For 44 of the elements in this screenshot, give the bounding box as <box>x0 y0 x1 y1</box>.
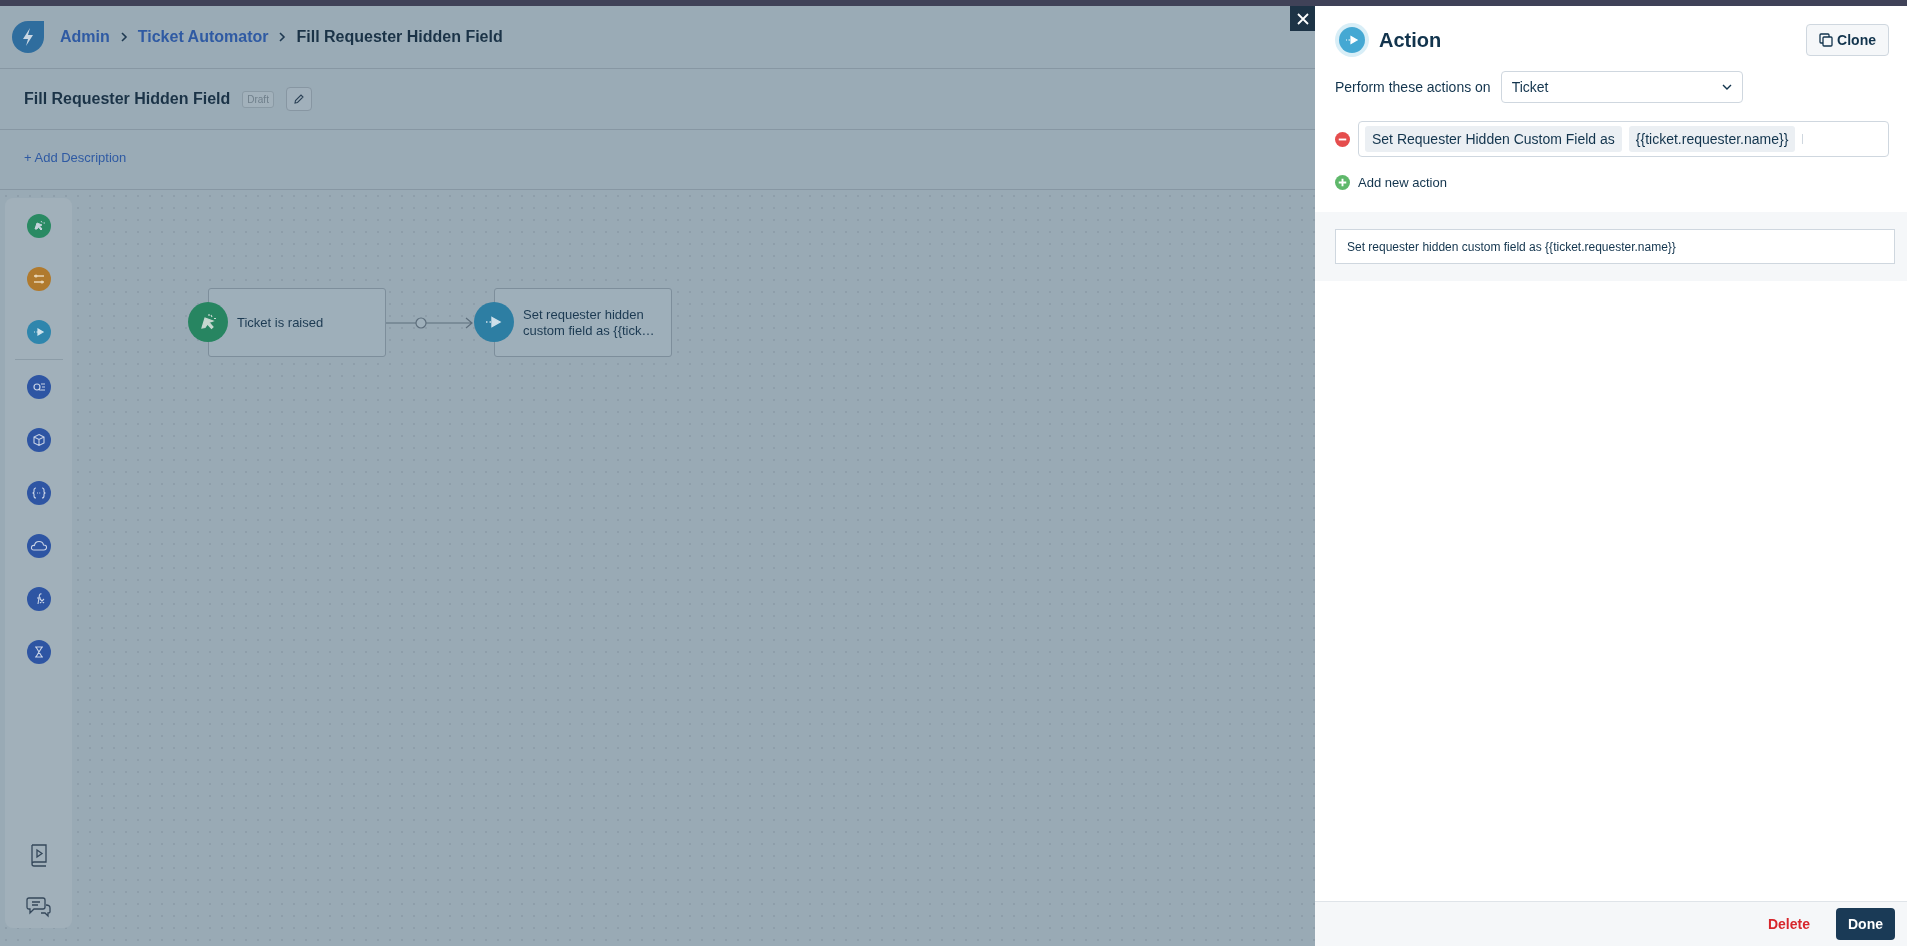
breadcrumb-current: Fill Requester Hidden Field <box>296 28 503 46</box>
condition-tool-icon[interactable] <box>26 267 51 291</box>
add-action-link[interactable]: Add new action <box>1358 175 1447 190</box>
panel-title: Action <box>1379 28 1442 52</box>
chat-icon[interactable] <box>25 896 52 918</box>
chevron-icon <box>119 31 128 43</box>
trigger-tool-icon[interactable] <box>26 214 51 238</box>
trigger-node-icon <box>188 302 228 342</box>
fx-tool-icon[interactable] <box>26 587 51 611</box>
pencil-icon <box>292 93 305 105</box>
summary-field: Set requester hidden custom field as {{ticket.requester.name}} <box>1335 229 1895 264</box>
action-tool-icon[interactable] <box>26 320 51 344</box>
close-button[interactable] <box>1290 6 1315 31</box>
delete-button[interactable]: Delete <box>1761 915 1816 933</box>
action-node-icon <box>474 302 514 342</box>
breadcrumb-link[interactable]: Ticket Automator <box>137 28 269 46</box>
add-icon[interactable] <box>1335 175 1350 190</box>
action-field[interactable]: Set Requester Hidden Custom Field as {{ticket.requester.name}} <box>1358 121 1889 157</box>
action-icon <box>1335 23 1369 57</box>
node-label: Ticket is raised <box>237 314 325 331</box>
cube-tool-icon[interactable] <box>26 428 51 452</box>
chevron-down-icon <box>1721 84 1732 90</box>
perform-label: Perform these actions on <box>1335 79 1491 95</box>
flow-node[interactable]: Set requester hidden custom field as {{tick… <box>494 288 672 357</box>
remove-icon[interactable] <box>1335 131 1350 147</box>
logo-icon <box>12 21 44 53</box>
cloud-tool-icon[interactable] <box>26 534 51 558</box>
edit-button[interactable] <box>285 87 312 111</box>
value-chip: {{ticket.requester.name}} <box>1628 126 1796 152</box>
clone-button[interactable]: Clone <box>1806 24 1889 56</box>
workflow-title: Fill Requester Hidden Field <box>24 90 231 108</box>
target-dropdown[interactable]: Ticket <box>1500 71 1743 103</box>
hourglass-tool-icon[interactable] <box>26 640 51 664</box>
flow-node[interactable]: Ticket is raised <box>208 288 386 357</box>
add-description-link[interactable]: + Add Description <box>24 150 127 165</box>
close-icon <box>1296 12 1309 25</box>
chevron-icon <box>278 31 287 43</box>
copy-icon <box>1819 33 1834 47</box>
search-tool-icon[interactable] <box>26 375 51 399</box>
done-button[interactable]: Done <box>1836 908 1895 940</box>
node-label: Set requester hidden custom field as {{tick… <box>523 306 656 339</box>
braces-tool-icon[interactable] <box>26 481 51 505</box>
field-chip: Set Requester Hidden Custom Field as <box>1365 126 1622 152</box>
breadcrumb-link[interactable]: Admin <box>60 28 110 46</box>
